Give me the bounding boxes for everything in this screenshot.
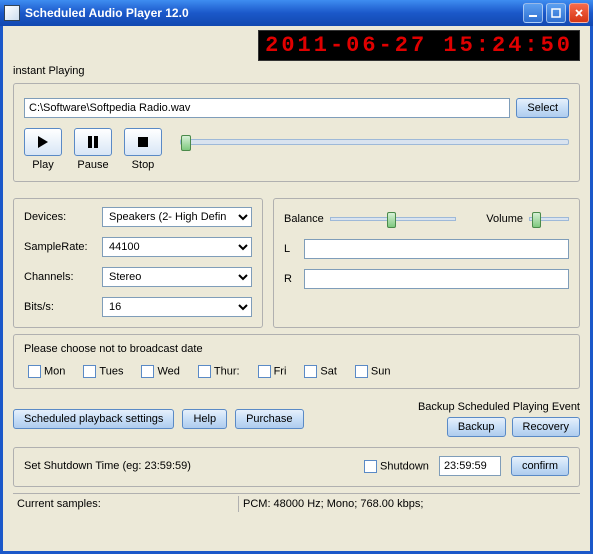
left-channel-label: L <box>284 243 304 255</box>
volume-label: Volume <box>486 213 523 225</box>
client-area: 2011-06-27 15:24:50 instant Playing Sele… <box>0 26 593 554</box>
samplerate-select[interactable]: 44100 <box>102 237 252 257</box>
backup-title: Backup Scheduled Playing Event <box>418 401 580 413</box>
left-channel-input[interactable] <box>304 239 569 259</box>
checkbox-icon[interactable] <box>83 365 96 378</box>
bits-select[interactable]: 16 <box>102 297 252 317</box>
stop-button[interactable] <box>124 128 162 156</box>
samplerate-label: SampleRate: <box>24 241 102 253</box>
file-path-input[interactable] <box>24 98 510 118</box>
audio-controls-group: Balance Volume L R <box>273 198 580 328</box>
window-title: Scheduled Audio Player 12.0 <box>25 6 520 20</box>
volume-thumb[interactable] <box>532 212 541 228</box>
current-samples-label: Current samples: <box>13 496 239 512</box>
select-button[interactable]: Select <box>516 98 569 118</box>
day-thur[interactable]: Thur: <box>198 365 240 378</box>
day-tues[interactable]: Tues <box>83 365 123 378</box>
purchase-button[interactable]: Purchase <box>235 409 303 429</box>
pause-button[interactable] <box>74 128 112 156</box>
day-fri[interactable]: Fri <box>258 365 287 378</box>
devices-label: Devices: <box>24 211 102 223</box>
shutdown-time-input[interactable] <box>439 456 501 476</box>
channels-label: Channels: <box>24 271 102 283</box>
checkbox-icon[interactable] <box>28 365 41 378</box>
led-clock: 2011-06-27 15:24:50 <box>258 30 580 61</box>
stop-label: Stop <box>124 159 162 171</box>
right-channel-input[interactable] <box>304 269 569 289</box>
shutdown-label: Set Shutdown Time (eg: 23:59:59) <box>24 460 191 472</box>
minimize-button[interactable] <box>523 3 543 23</box>
checkbox-icon[interactable] <box>198 365 211 378</box>
scheduled-playback-button[interactable]: Scheduled playback settings <box>13 409 174 429</box>
shutdown-group: Set Shutdown Time (eg: 23:59:59) Shutdow… <box>13 447 580 487</box>
pause-label: Pause <box>74 159 112 171</box>
bits-label: Bits/s: <box>24 301 102 313</box>
days-row: Mon Tues Wed Thur: Fri Sat Sun <box>28 365 569 378</box>
title-bar: Scheduled Audio Player 12.0 <box>0 0 593 26</box>
confirm-button[interactable]: confirm <box>511 456 569 476</box>
progress-slider[interactable] <box>180 139 569 145</box>
device-settings-group: Devices: Speakers (2- High Defin SampleR… <box>13 198 263 328</box>
recovery-button[interactable]: Recovery <box>512 417 580 437</box>
instant-playing-group: Select Play Pause Stop <box>13 83 580 182</box>
balance-label: Balance <box>284 213 324 225</box>
checkbox-icon[interactable] <box>355 365 368 378</box>
checkbox-icon[interactable] <box>258 365 271 378</box>
day-wed[interactable]: Wed <box>141 365 179 378</box>
broadcast-days-group: Please choose not to broadcast date Mon … <box>13 334 580 389</box>
backup-button[interactable]: Backup <box>447 417 506 437</box>
balance-thumb[interactable] <box>387 212 396 228</box>
action-button-row: Scheduled playback settings Help Purchas… <box>13 401 580 437</box>
progress-thumb[interactable] <box>181 135 191 151</box>
broadcast-label: Please choose not to broadcast date <box>24 343 569 355</box>
checkbox-icon[interactable] <box>141 365 154 378</box>
close-button[interactable] <box>569 3 589 23</box>
checkbox-icon[interactable] <box>304 365 317 378</box>
maximize-button[interactable] <box>546 3 566 23</box>
help-button[interactable]: Help <box>182 409 227 429</box>
day-sat[interactable]: Sat <box>304 365 337 378</box>
app-icon <box>4 5 20 21</box>
play-button[interactable] <box>24 128 62 156</box>
shutdown-checkbox[interactable]: Shutdown <box>364 460 429 473</box>
checkbox-icon[interactable] <box>364 460 377 473</box>
devices-select[interactable]: Speakers (2- High Defin <box>102 207 252 227</box>
right-channel-label: R <box>284 273 304 285</box>
channels-select[interactable]: Stereo <box>102 267 252 287</box>
day-mon[interactable]: Mon <box>28 365 65 378</box>
play-label: Play <box>24 159 62 171</box>
balance-slider[interactable] <box>330 217 457 221</box>
day-sun[interactable]: Sun <box>355 365 391 378</box>
status-bar: Current samples: PCM: 48000 Hz; Mono; 76… <box>13 493 580 512</box>
volume-slider[interactable] <box>529 217 569 221</box>
current-samples-value: PCM: 48000 Hz; Mono; 768.00 kbps; <box>239 496 580 512</box>
instant-playing-label: instant Playing <box>13 65 580 77</box>
